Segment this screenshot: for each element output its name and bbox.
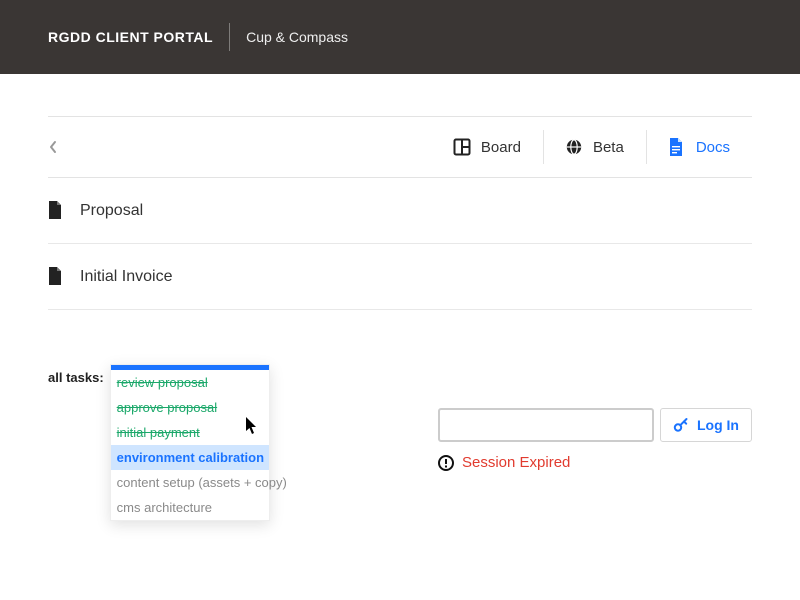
chevron-left-icon [48, 140, 58, 154]
globe-icon [565, 138, 583, 156]
document-icon [668, 138, 686, 156]
document-item[interactable]: Initial Invoice [48, 244, 752, 310]
client-name: Cup & Compass [246, 29, 348, 45]
file-icon [48, 267, 64, 287]
task-item[interactable]: cms architecture [111, 495, 269, 520]
tab-docs-label: Docs [696, 139, 730, 156]
tab-docs[interactable]: Docs [646, 116, 752, 178]
tabs-row: Board Beta Docs [48, 116, 752, 178]
document-list: Proposal Initial Invoice [48, 178, 752, 310]
task-item-label: approve proposal [117, 400, 217, 415]
key-icon [673, 417, 689, 433]
password-input[interactable] [438, 408, 654, 442]
task-item-label: cms architecture [117, 500, 212, 515]
alert-icon [438, 455, 454, 471]
header-divider [229, 23, 230, 51]
task-item-label: environment calibration [117, 450, 264, 465]
brand-title: RGDD CLIENT PORTAL [48, 29, 213, 45]
document-title: Proposal [80, 202, 143, 220]
login-button[interactable]: Log In [660, 408, 752, 442]
task-item-label: content setup (assets + copy) [117, 475, 287, 490]
tasks-label: all tasks: [48, 364, 104, 385]
login-button-label: Log In [697, 417, 739, 433]
document-title: Initial Invoice [80, 268, 173, 286]
document-item[interactable]: Proposal [48, 178, 752, 244]
session-status: Session Expired [438, 454, 752, 471]
tab-beta-label: Beta [593, 139, 624, 156]
file-icon [48, 201, 64, 221]
task-item-label: review proposal [117, 375, 208, 390]
task-item[interactable]: approve proposal [111, 395, 269, 420]
task-item[interactable]: content setup (assets + copy) [111, 470, 269, 495]
task-item[interactable]: review proposal [111, 370, 269, 395]
board-icon [453, 138, 471, 156]
tab-beta[interactable]: Beta [543, 116, 646, 178]
tasks-block: all tasks: review proposal approve propo… [48, 364, 270, 521]
task-item[interactable]: initial payment [111, 420, 269, 445]
back-button[interactable] [48, 140, 76, 154]
session-message: Session Expired [462, 454, 570, 471]
login-panel: Log In Session Expired [438, 364, 752, 471]
tab-board-label: Board [481, 139, 521, 156]
task-item-selected[interactable]: environment calibration [111, 445, 269, 470]
top-bar: RGDD CLIENT PORTAL Cup & Compass [0, 0, 800, 74]
tasks-dropdown[interactable]: review proposal approve proposal initial… [110, 364, 270, 521]
tab-board[interactable]: Board [431, 116, 543, 178]
task-item-label: initial payment [117, 425, 200, 440]
